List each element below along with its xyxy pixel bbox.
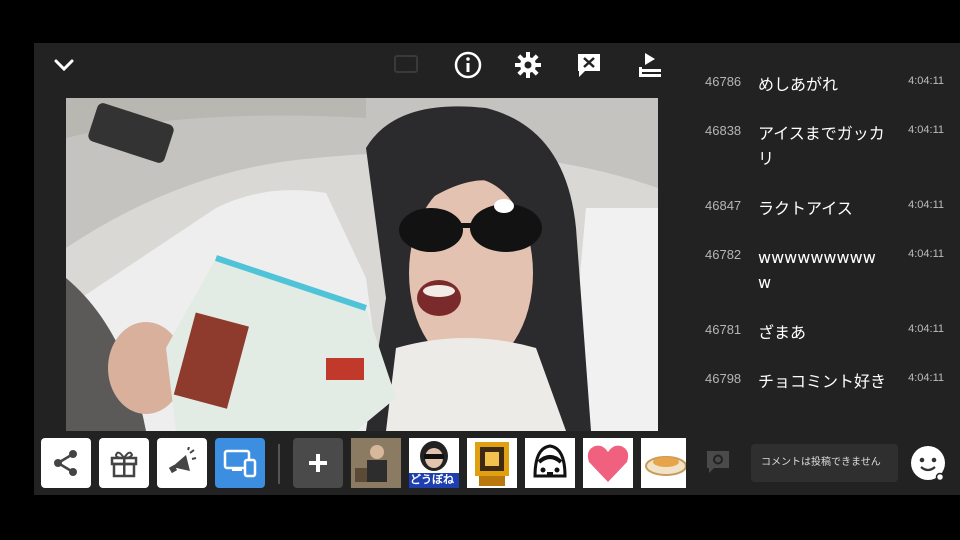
stamp-gold-shrine[interactable] bbox=[467, 438, 517, 488]
comment-text: チョコミント好き bbox=[758, 372, 887, 391]
video-player[interactable] bbox=[66, 98, 658, 431]
comment-number: 46781 bbox=[705, 322, 742, 337]
add-icon bbox=[309, 454, 327, 472]
add-stamp-button[interactable] bbox=[293, 438, 343, 488]
comment-number: 46798 bbox=[705, 371, 742, 386]
comment-input[interactable]: コメントは投稿できません bbox=[751, 444, 898, 482]
stamp-bowl[interactable] bbox=[641, 438, 686, 488]
comment-time: 4:04:11 bbox=[908, 75, 944, 87]
share-button[interactable] bbox=[41, 438, 91, 488]
app-window: どうぼね 46786 めしあがれ 4:04:11 46838 アイスまでガッカリ bbox=[34, 43, 960, 495]
chevron-down-icon[interactable] bbox=[48, 49, 80, 81]
stamp-dou-bo-ne[interactable]: どうぼね bbox=[409, 438, 459, 488]
comment-settings-icon[interactable] bbox=[705, 449, 731, 475]
stamp-train[interactable] bbox=[525, 438, 575, 488]
comment-text: ざまあ bbox=[758, 323, 807, 342]
comment-number: 46838 bbox=[705, 123, 742, 138]
comment-time: 4:04:11 bbox=[908, 323, 944, 335]
comment-time: 4:04:11 bbox=[908, 199, 944, 211]
comment-time: 4:04:11 bbox=[908, 124, 944, 136]
toolbar-divider bbox=[278, 444, 280, 484]
gear-icon[interactable] bbox=[512, 49, 544, 81]
action-toolbar: どうぼね bbox=[41, 438, 686, 490]
comment-text: ラクトアイス bbox=[758, 199, 853, 218]
announce-button[interactable] bbox=[157, 438, 207, 488]
playlist-icon[interactable] bbox=[634, 49, 666, 81]
megaphone-icon bbox=[168, 447, 197, 474]
comment-number: 46847 bbox=[705, 198, 742, 213]
stamp-dou-bo-ne-label: どうぼね bbox=[410, 473, 454, 486]
comment-off-icon[interactable] bbox=[573, 49, 605, 81]
comment-time: 4:04:11 bbox=[908, 372, 944, 384]
screen-devices-icon bbox=[223, 449, 257, 478]
comment-number: 46782 bbox=[705, 247, 742, 262]
comment-bar: コメントは投稿できません bbox=[693, 441, 960, 493]
comment-text: めしあがれ bbox=[758, 75, 839, 94]
info-icon[interactable] bbox=[452, 49, 484, 81]
video-frame-image bbox=[66, 98, 658, 431]
share-icon bbox=[54, 450, 77, 476]
cast-icon[interactable] bbox=[390, 49, 422, 81]
comment-time: 4:04:11 bbox=[908, 248, 944, 260]
comment-number: 46786 bbox=[705, 74, 742, 89]
comment-text: アイスまでガッカリ bbox=[758, 124, 885, 168]
face-emoji-icon[interactable] bbox=[909, 444, 947, 482]
stamp-heart[interactable] bbox=[583, 438, 633, 488]
gift-button[interactable] bbox=[99, 438, 149, 488]
gift-icon bbox=[110, 451, 138, 478]
stamp-photo-man[interactable] bbox=[351, 438, 401, 488]
comment-text: wwwwwwwwww bbox=[758, 248, 876, 292]
player-area: どうぼね bbox=[34, 43, 693, 495]
screen-devices-button[interactable] bbox=[215, 438, 265, 488]
comment-list[interactable]: 46786 めしあがれ 4:04:11 46838 アイスまでガッカリ 4:04… bbox=[693, 43, 960, 443]
